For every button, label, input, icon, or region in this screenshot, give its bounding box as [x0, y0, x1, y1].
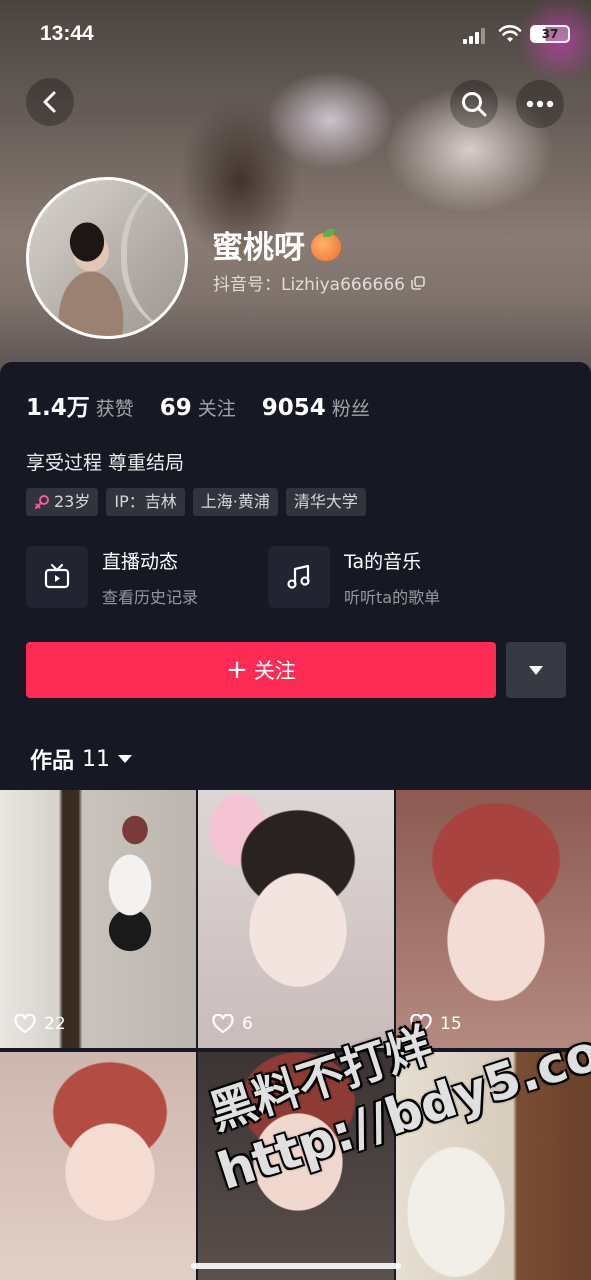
- video-thumbnail[interactable]: 22: [0, 790, 196, 1048]
- likes-count: 6: [212, 1014, 253, 1034]
- stat-likes[interactable]: 1.4万 获赞: [26, 388, 134, 422]
- likes-value: 22: [44, 1014, 66, 1034]
- music-note-icon: [287, 564, 310, 589]
- tag-school: 清华大学: [285, 488, 366, 516]
- search-button[interactable]: [450, 80, 498, 128]
- stat-value: 1.4万: [26, 395, 90, 421]
- feature-subtitle: 查看历史记录: [102, 587, 199, 607]
- tag-label: 23岁: [54, 492, 91, 511]
- video-thumbnail[interactable]: [198, 1052, 394, 1280]
- likes-count: 15: [410, 1014, 462, 1034]
- tag-location: 上海·黄浦: [192, 488, 278, 516]
- peach-emoji-icon: [309, 228, 343, 261]
- stats-row: 1.4万 获赞 69 关注 9054 粉丝: [26, 388, 396, 422]
- tag-label: IP：吉林: [114, 492, 177, 511]
- feature-title: Ta的音乐: [344, 550, 422, 573]
- stat-label: 关注: [197, 398, 236, 420]
- more-dots-icon: [526, 100, 554, 108]
- music-entry[interactable]: Ta的音乐 听听ta的歌单: [268, 546, 440, 608]
- nickname: 蜜桃呀: [212, 230, 305, 266]
- likes-value: 6: [242, 1014, 253, 1034]
- video-thumbnail[interactable]: 6: [198, 790, 394, 1048]
- stat-value: 9054: [261, 395, 326, 421]
- tv-icon: [44, 563, 70, 589]
- heart-icon: [14, 1014, 36, 1034]
- heart-icon: [212, 1014, 234, 1034]
- heart-icon: [410, 1014, 432, 1034]
- follow-button[interactable]: + 关注: [26, 642, 496, 698]
- feature-icon-box: [26, 546, 88, 608]
- search-icon: [462, 92, 487, 117]
- caret-down-icon: [529, 665, 543, 675]
- works-count: 11: [82, 746, 111, 772]
- video-thumbnail[interactable]: 15: [396, 790, 591, 1048]
- video-grid: 22 6 15: [0, 790, 591, 1280]
- caret-down-icon: [118, 755, 133, 763]
- tag-ip: IP：吉林: [106, 488, 185, 516]
- tag-age: 23岁: [26, 488, 99, 516]
- tag-label: 清华大学: [293, 492, 358, 511]
- stat-label: 粉丝: [331, 398, 370, 420]
- more-button[interactable]: [516, 80, 564, 128]
- follow-label: 关注: [253, 659, 296, 683]
- home-indicator[interactable]: [191, 1263, 401, 1269]
- tag-list: 23岁 IP：吉林 上海·黄浦 清华大学: [26, 488, 374, 516]
- avatar[interactable]: [26, 177, 188, 339]
- stat-value: 69: [159, 395, 192, 421]
- feature-icon-box: [268, 546, 330, 608]
- feature-subtitle: 听听ta的歌单: [344, 587, 441, 607]
- likes-count: 22: [14, 1014, 66, 1034]
- female-icon: [35, 495, 49, 509]
- stat-following[interactable]: 69 关注: [160, 394, 236, 421]
- avatar-mirror-frame: [121, 180, 185, 336]
- works-tab[interactable]: 作品 11: [30, 743, 133, 775]
- tag-label: 上海·黄浦: [200, 492, 270, 511]
- nickname-row: 蜜桃呀: [212, 222, 343, 267]
- stat-label: 获赞: [95, 398, 134, 420]
- plus-icon: +: [226, 655, 248, 685]
- live-history-entry[interactable]: 直播动态 查看历史记录: [26, 546, 198, 608]
- wifi-icon: [498, 25, 522, 42]
- feature-title: 直播动态: [102, 550, 179, 573]
- stat-followers[interactable]: 9054 粉丝: [262, 394, 370, 421]
- copy-icon[interactable]: [411, 275, 425, 290]
- status-bar: 13:44 37: [0, 0, 591, 70]
- bio: 享受过程 尊重结局: [26, 452, 185, 474]
- more-options-dropdown[interactable]: [506, 642, 566, 698]
- works-tab-label: 作品: [30, 749, 75, 774]
- douyin-id: 抖音号：Lizhiya666666: [213, 275, 405, 295]
- video-thumbnail[interactable]: [396, 1052, 591, 1280]
- likes-value: 15: [440, 1014, 462, 1034]
- douyin-id-row[interactable]: 抖音号：Lizhiya666666: [213, 270, 425, 295]
- battery-indicator: 37: [530, 25, 570, 43]
- status-time: 13:44: [40, 22, 94, 45]
- chevron-left-icon: [43, 91, 56, 113]
- signal-icon: [463, 28, 485, 44]
- video-thumbnail[interactable]: [0, 1052, 196, 1280]
- back-button[interactable]: [26, 78, 74, 126]
